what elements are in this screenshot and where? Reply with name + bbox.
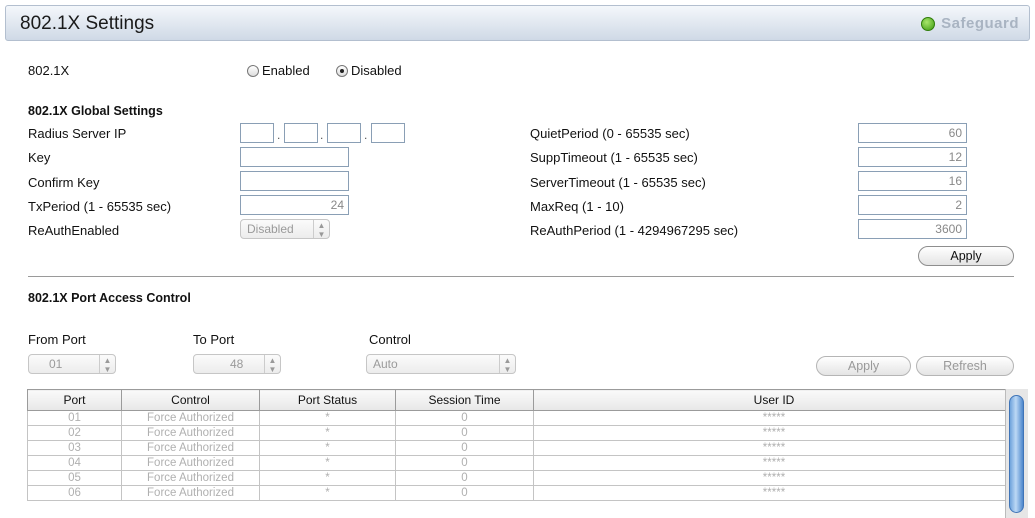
cell-port: 06 xyxy=(27,485,122,501)
cell-session-time: 0 xyxy=(395,425,534,441)
cell-control: Force Authorized xyxy=(121,470,260,486)
cell-port-status: * xyxy=(259,410,396,426)
port-status-table: Port Control Port Status Session Time Us… xyxy=(27,389,1015,501)
table-row: 05 Force Authorized * 0 ***** xyxy=(27,470,1015,486)
col-header-user-id: User ID xyxy=(533,389,1015,411)
txperiod-input[interactable] xyxy=(240,195,349,215)
control-select[interactable]: Auto ▲ ▼ xyxy=(366,354,516,374)
cell-user-id: ***** xyxy=(533,440,1015,456)
table-row: 01 Force Authorized * 0 ***** xyxy=(27,410,1015,426)
reauth-enabled-label: ReAuthEnabled xyxy=(28,223,120,238)
global-settings-heading: 802.1X Global Settings xyxy=(28,104,163,118)
table-scrollbar[interactable] xyxy=(1005,389,1028,518)
quiet-period-input[interactable] xyxy=(858,123,967,143)
cell-port-status: * xyxy=(259,440,396,456)
select-arrows-icon: ▲ ▼ xyxy=(264,355,280,374)
table-row: 04 Force Authorized * 0 ***** xyxy=(27,455,1015,471)
cell-port-status: * xyxy=(259,455,396,471)
cell-port: 03 xyxy=(27,440,122,456)
supp-timeout-input[interactable] xyxy=(858,147,967,167)
from-port-value: 01 xyxy=(49,357,63,371)
scrollbar-thumb[interactable] xyxy=(1009,395,1024,513)
reauth-period-label: ReAuthPeriod (1 - 4294967295 sec) xyxy=(530,223,739,238)
radius-server-ip-label: Radius Server IP xyxy=(28,126,127,141)
disabled-radio-label: Disabled xyxy=(351,63,402,78)
cell-port: 01 xyxy=(27,410,122,426)
cell-control: Force Authorized xyxy=(121,425,260,441)
port-access-heading: 802.1X Port Access Control xyxy=(28,291,191,305)
cell-port: 04 xyxy=(27,455,122,471)
disabled-radio[interactable] xyxy=(336,65,348,77)
cell-user-id: ***** xyxy=(533,410,1015,426)
cell-session-time: 0 xyxy=(395,470,534,486)
cell-session-time: 0 xyxy=(395,485,534,501)
col-header-session-time: Session Time xyxy=(395,389,534,411)
cell-user-id: ***** xyxy=(533,470,1015,486)
col-header-port: Port xyxy=(27,389,122,411)
key-input[interactable] xyxy=(240,147,349,167)
confirm-key-label: Confirm Key xyxy=(28,175,100,190)
cell-user-id: ***** xyxy=(533,425,1015,441)
from-port-select[interactable]: 01 ▲ ▼ xyxy=(28,354,116,374)
txperiod-label: TxPeriod (1 - 65535 sec) xyxy=(28,199,172,214)
select-arrows-icon: ▲ ▼ xyxy=(99,355,115,374)
radius-ip-octet-1[interactable] xyxy=(240,123,274,143)
col-header-port-status: Port Status xyxy=(259,389,396,411)
cell-session-time: 0 xyxy=(395,410,534,426)
cell-control: Force Authorized xyxy=(121,410,260,426)
cell-control: Force Authorized xyxy=(121,440,260,456)
radius-ip-octet-2[interactable] xyxy=(284,123,318,143)
safeguard-label: Safeguard xyxy=(941,15,1019,32)
reauth-period-input[interactable] xyxy=(858,219,967,239)
to-port-label: To Port xyxy=(193,332,235,347)
key-label: Key xyxy=(28,150,51,165)
cell-port-status: * xyxy=(259,485,396,501)
global-apply-button[interactable]: Apply xyxy=(918,246,1014,266)
section-divider xyxy=(28,276,1014,277)
to-port-select[interactable]: 48 ▲ ▼ xyxy=(193,354,281,374)
table-header-row: Port Control Port Status Session Time Us… xyxy=(27,389,1015,411)
cell-user-id: ***** xyxy=(533,455,1015,471)
safeguard-status-icon xyxy=(921,16,936,31)
page-title: 802.1X Settings xyxy=(20,13,155,34)
cell-port-status: * xyxy=(259,470,396,486)
cell-port-status: * xyxy=(259,425,396,441)
enabled-radio[interactable] xyxy=(247,65,259,77)
table-row: 02 Force Authorized * 0 ***** xyxy=(27,425,1015,441)
cell-control: Force Authorized xyxy=(121,485,260,501)
dot1x-label: 802.1X xyxy=(28,63,70,78)
radius-ip-octet-3[interactable] xyxy=(327,123,361,143)
reauth-enabled-select[interactable]: Disabled ▲ ▼ xyxy=(240,219,330,239)
reauth-enabled-value: Disabled xyxy=(247,222,294,236)
maxreq-input[interactable] xyxy=(858,195,967,215)
cell-user-id: ***** xyxy=(533,485,1015,501)
cell-session-time: 0 xyxy=(395,455,534,471)
select-arrows-icon: ▲ ▼ xyxy=(313,220,329,239)
to-port-value: 48 xyxy=(230,357,244,371)
control-label: Control xyxy=(369,332,411,347)
table-row: 06 Force Authorized * 0 ***** xyxy=(27,485,1015,501)
title-bar: 802.1X Settings Safeguard xyxy=(5,5,1030,41)
safeguard-indicator: Safeguard xyxy=(921,15,1019,32)
enabled-radio-label: Enabled xyxy=(262,63,310,78)
cell-port: 02 xyxy=(27,425,122,441)
quiet-period-label: QuietPeriod (0 - 65535 sec) xyxy=(530,126,690,141)
cell-session-time: 0 xyxy=(395,440,534,456)
port-apply-button[interactable]: Apply xyxy=(816,356,911,376)
cell-port: 05 xyxy=(27,470,122,486)
radius-ip-octet-4[interactable] xyxy=(371,123,405,143)
col-header-control: Control xyxy=(121,389,260,411)
confirm-key-input[interactable] xyxy=(240,171,349,191)
maxreq-label: MaxReq (1 - 10) xyxy=(530,199,624,214)
select-arrows-icon: ▲ ▼ xyxy=(499,355,515,374)
cell-control: Force Authorized xyxy=(121,455,260,471)
server-timeout-input[interactable] xyxy=(858,171,967,191)
supp-timeout-label: SuppTimeout (1 - 65535 sec) xyxy=(530,150,698,165)
control-value: Auto xyxy=(373,357,398,371)
server-timeout-label: ServerTimeout (1 - 65535 sec) xyxy=(530,175,706,190)
from-port-label: From Port xyxy=(28,332,86,347)
table-row: 03 Force Authorized * 0 ***** xyxy=(27,440,1015,456)
refresh-button[interactable]: Refresh xyxy=(916,356,1014,376)
